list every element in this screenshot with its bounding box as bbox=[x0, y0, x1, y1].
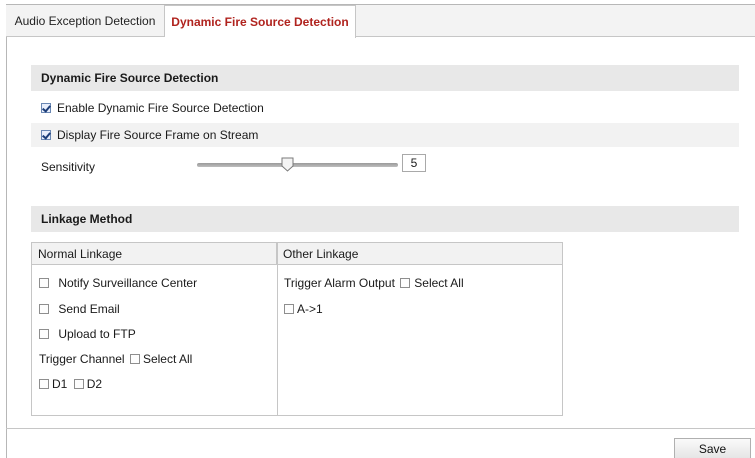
channel-d2-label: D2 bbox=[86, 377, 103, 391]
notify-center-checkbox[interactable] bbox=[39, 278, 49, 288]
footer-divider bbox=[6, 428, 755, 429]
other-linkage-header: Other Linkage bbox=[277, 243, 562, 265]
tab-audio-exception-detection[interactable]: Audio Exception Detection bbox=[6, 5, 165, 37]
enable-detection-row: Enable Dynamic Fire Source Detection bbox=[31, 96, 739, 120]
trigger-alarm-label: Trigger Alarm Output bbox=[284, 276, 395, 290]
channel-list: D1 D2 bbox=[39, 377, 102, 391]
alarm-output-a1-label: A->1 bbox=[297, 302, 323, 316]
channel-d1-label: D1 bbox=[52, 377, 68, 391]
notify-center-label: Notify Surveillance Center bbox=[58, 276, 198, 290]
display-frame-checkbox[interactable] bbox=[41, 130, 51, 140]
channel-select-all-label: Select All bbox=[142, 352, 193, 366]
alarm-output-a1-item: A->1 bbox=[284, 302, 323, 316]
save-button[interactable]: Save bbox=[674, 438, 751, 458]
alarm-select-all-label: Select All bbox=[414, 276, 464, 290]
trigger-alarm-item: Trigger Alarm Output Select All bbox=[284, 276, 464, 290]
channel-select-all-checkbox[interactable] bbox=[129, 354, 140, 364]
normal-linkage-header: Normal Linkage bbox=[32, 243, 277, 265]
send-email-checkbox[interactable] bbox=[39, 304, 49, 314]
channel-d2-checkbox[interactable] bbox=[73, 379, 84, 389]
alarm-output-a1-checkbox[interactable] bbox=[284, 304, 294, 314]
linkage-section-header: Linkage Method bbox=[31, 206, 739, 232]
detection-section-header: Dynamic Fire Source Detection bbox=[31, 65, 739, 91]
sensitivity-slider-track[interactable] bbox=[197, 163, 398, 167]
upload-ftp-label: Upload to FTP bbox=[58, 327, 136, 341]
trigger-channel-label: Trigger Channel bbox=[39, 352, 125, 366]
sensitivity-label: Sensitivity bbox=[41, 160, 96, 174]
trigger-channel-item: Trigger Channel Select All bbox=[39, 352, 192, 366]
alarm-select-all-checkbox[interactable] bbox=[400, 278, 411, 288]
enable-detection-label: Enable Dynamic Fire Source Detection bbox=[57, 101, 264, 115]
column-divider bbox=[277, 243, 278, 415]
channel-d1-checkbox[interactable] bbox=[39, 379, 49, 389]
sensitivity-slider-thumb[interactable] bbox=[281, 157, 294, 172]
notify-center-item: Notify Surveillance Center bbox=[39, 276, 197, 290]
sensitivity-value-field[interactable]: 5 bbox=[402, 154, 426, 172]
send-email-item: Send Email bbox=[39, 302, 120, 316]
upload-ftp-item: Upload to FTP bbox=[39, 327, 136, 341]
send-email-label: Send Email bbox=[58, 302, 120, 316]
tab-dynamic-fire-source-detection[interactable]: Dynamic Fire Source Detection bbox=[165, 5, 356, 38]
display-frame-label: Display Fire Source Frame on Stream bbox=[57, 128, 259, 142]
display-frame-row: Display Fire Source Frame on Stream bbox=[31, 123, 739, 147]
enable-detection-checkbox[interactable] bbox=[41, 103, 51, 113]
upload-ftp-checkbox[interactable] bbox=[39, 329, 49, 339]
